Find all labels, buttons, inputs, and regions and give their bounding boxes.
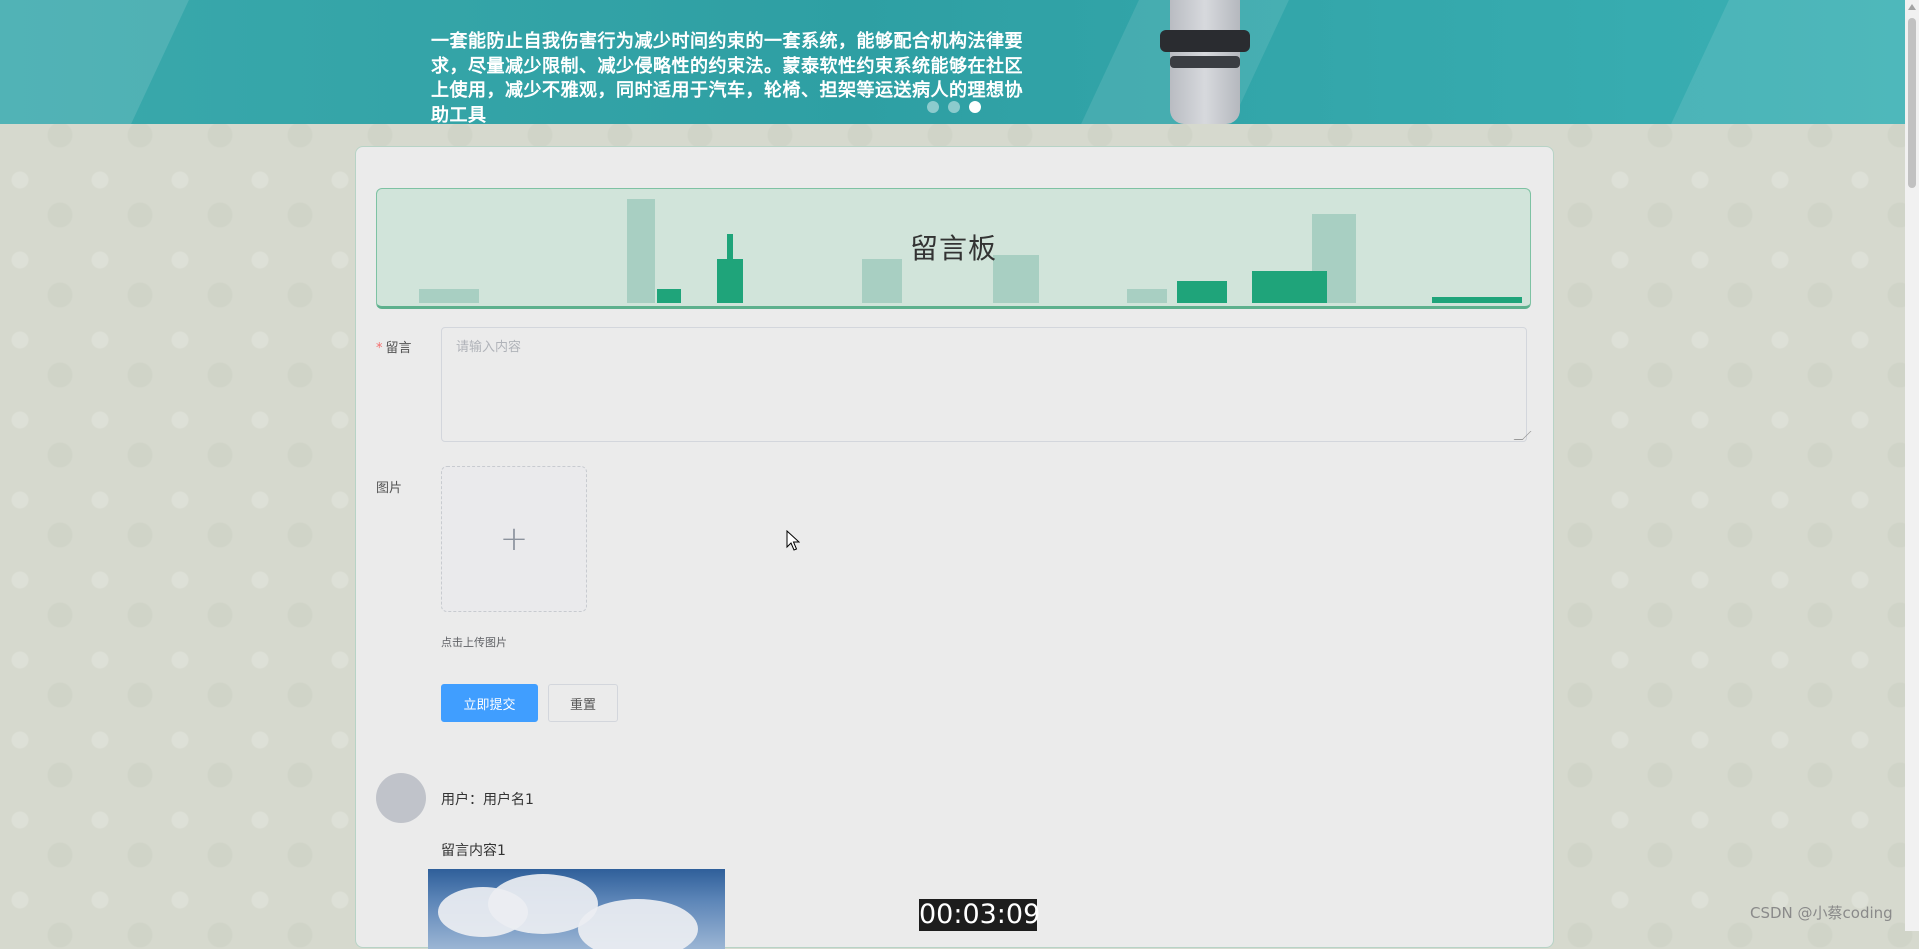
comment-image [428, 869, 725, 949]
scrollbar-thumb[interactable] [1908, 18, 1916, 188]
skyline-building [1252, 271, 1327, 303]
message-label: * 留言 [376, 341, 412, 356]
upload-tip: 点击上传图片 [441, 636, 507, 649]
banner-decoration [1671, 0, 1905, 124]
csdn-watermark: CSDN @小蔡coding [1750, 904, 1893, 922]
product-strap-shape [1170, 56, 1240, 68]
board-header-banner: 留言板 [376, 188, 1531, 309]
required-marker: * [376, 341, 383, 356]
avatar [376, 773, 426, 823]
mouse-cursor-icon [786, 530, 800, 551]
reset-button[interactable]: 重置 [548, 684, 618, 722]
comment-content: 留言内容1 [441, 843, 506, 859]
carousel-banner[interactable]: 一套能防止自我伤害行为减少时间约束的一套系统，能够配合机构法律要求，尽量减少限制… [0, 0, 1905, 124]
message-textarea[interactable] [441, 327, 1527, 442]
carousel-indicators [927, 101, 981, 113]
carousel-dot-1[interactable] [927, 101, 939, 113]
banner-decoration [0, 0, 189, 124]
image-label: 图片 [376, 481, 403, 496]
page-scrollbar[interactable] [1905, 0, 1919, 931]
plus-icon: + [499, 519, 529, 559]
cloud-shape [578, 899, 698, 949]
product-belt-shape [1160, 30, 1250, 52]
banner-product-image [1150, 0, 1260, 124]
carousel-dot-3-active[interactable] [969, 101, 981, 113]
comment-user: 用户：用户名1 [441, 792, 534, 808]
message-board-card: 留言板 *留言 图片 + 点击上传图片 立即提交 重置 用户：用户名1 留言内容… [355, 146, 1554, 949]
skyline-building [1177, 281, 1227, 303]
board-title: 留言板 [909, 232, 997, 265]
skyline-ground [1432, 297, 1522, 303]
scroll-up-icon[interactable] [1908, 4, 1916, 10]
skyline-building [419, 289, 479, 303]
carousel-dot-2[interactable] [948, 101, 960, 113]
video-timestamp: 00:03:09 [919, 899, 1041, 931]
image-upload-box[interactable]: + [441, 466, 587, 612]
submit-button[interactable]: 立即提交 [441, 684, 538, 722]
skyline-building [657, 289, 681, 303]
skyline-building [1127, 289, 1167, 303]
